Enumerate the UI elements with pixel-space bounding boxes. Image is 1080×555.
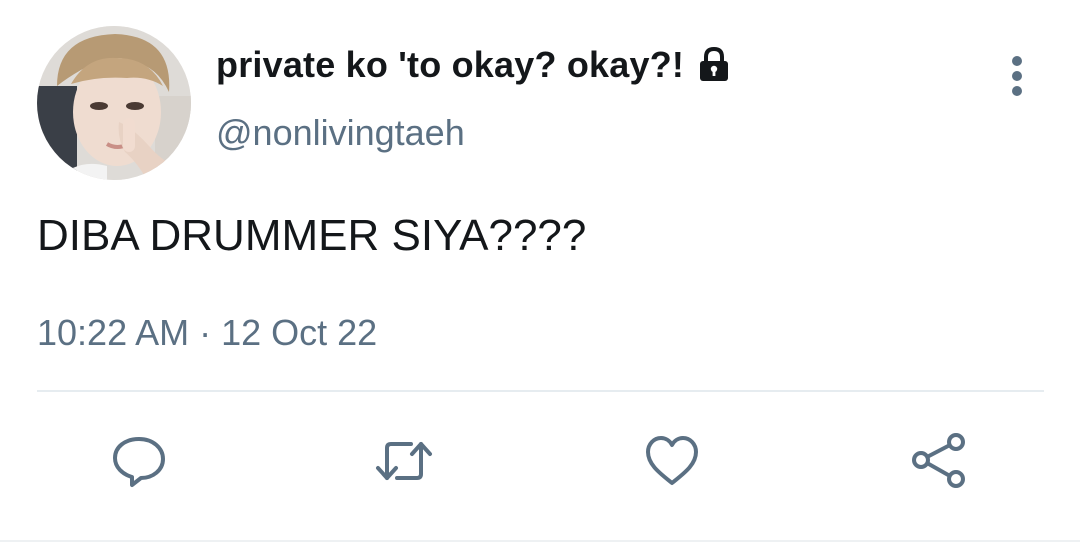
- lock-icon: [694, 45, 734, 85]
- like-button[interactable]: [641, 432, 703, 494]
- retweet-icon: [373, 430, 435, 497]
- display-name[interactable]: private ko 'to okay? okay?!: [216, 44, 734, 86]
- reply-button[interactable]: [108, 432, 170, 494]
- retweet-button[interactable]: [373, 432, 435, 494]
- share-button[interactable]: [908, 432, 970, 494]
- more-vertical-icon[interactable]: [1004, 54, 1030, 100]
- reply-icon: [108, 430, 170, 497]
- heart-icon: [641, 430, 703, 497]
- tweet-card: private ko 'to okay? okay?! @nonlivingta…: [0, 0, 1080, 555]
- user-handle[interactable]: @nonlivingtaeh: [216, 112, 465, 154]
- divider: [37, 390, 1044, 392]
- tweet-timestamp[interactable]: 10:22 AM · 12 Oct 22: [37, 312, 377, 354]
- bottom-divider: [0, 540, 1080, 542]
- avatar[interactable]: [37, 26, 191, 180]
- tweet-text: DIBA DRUMMER SIYA????: [37, 211, 587, 260]
- share-icon: [908, 430, 970, 497]
- display-name-text: private ko 'to okay? okay?!: [216, 44, 685, 85]
